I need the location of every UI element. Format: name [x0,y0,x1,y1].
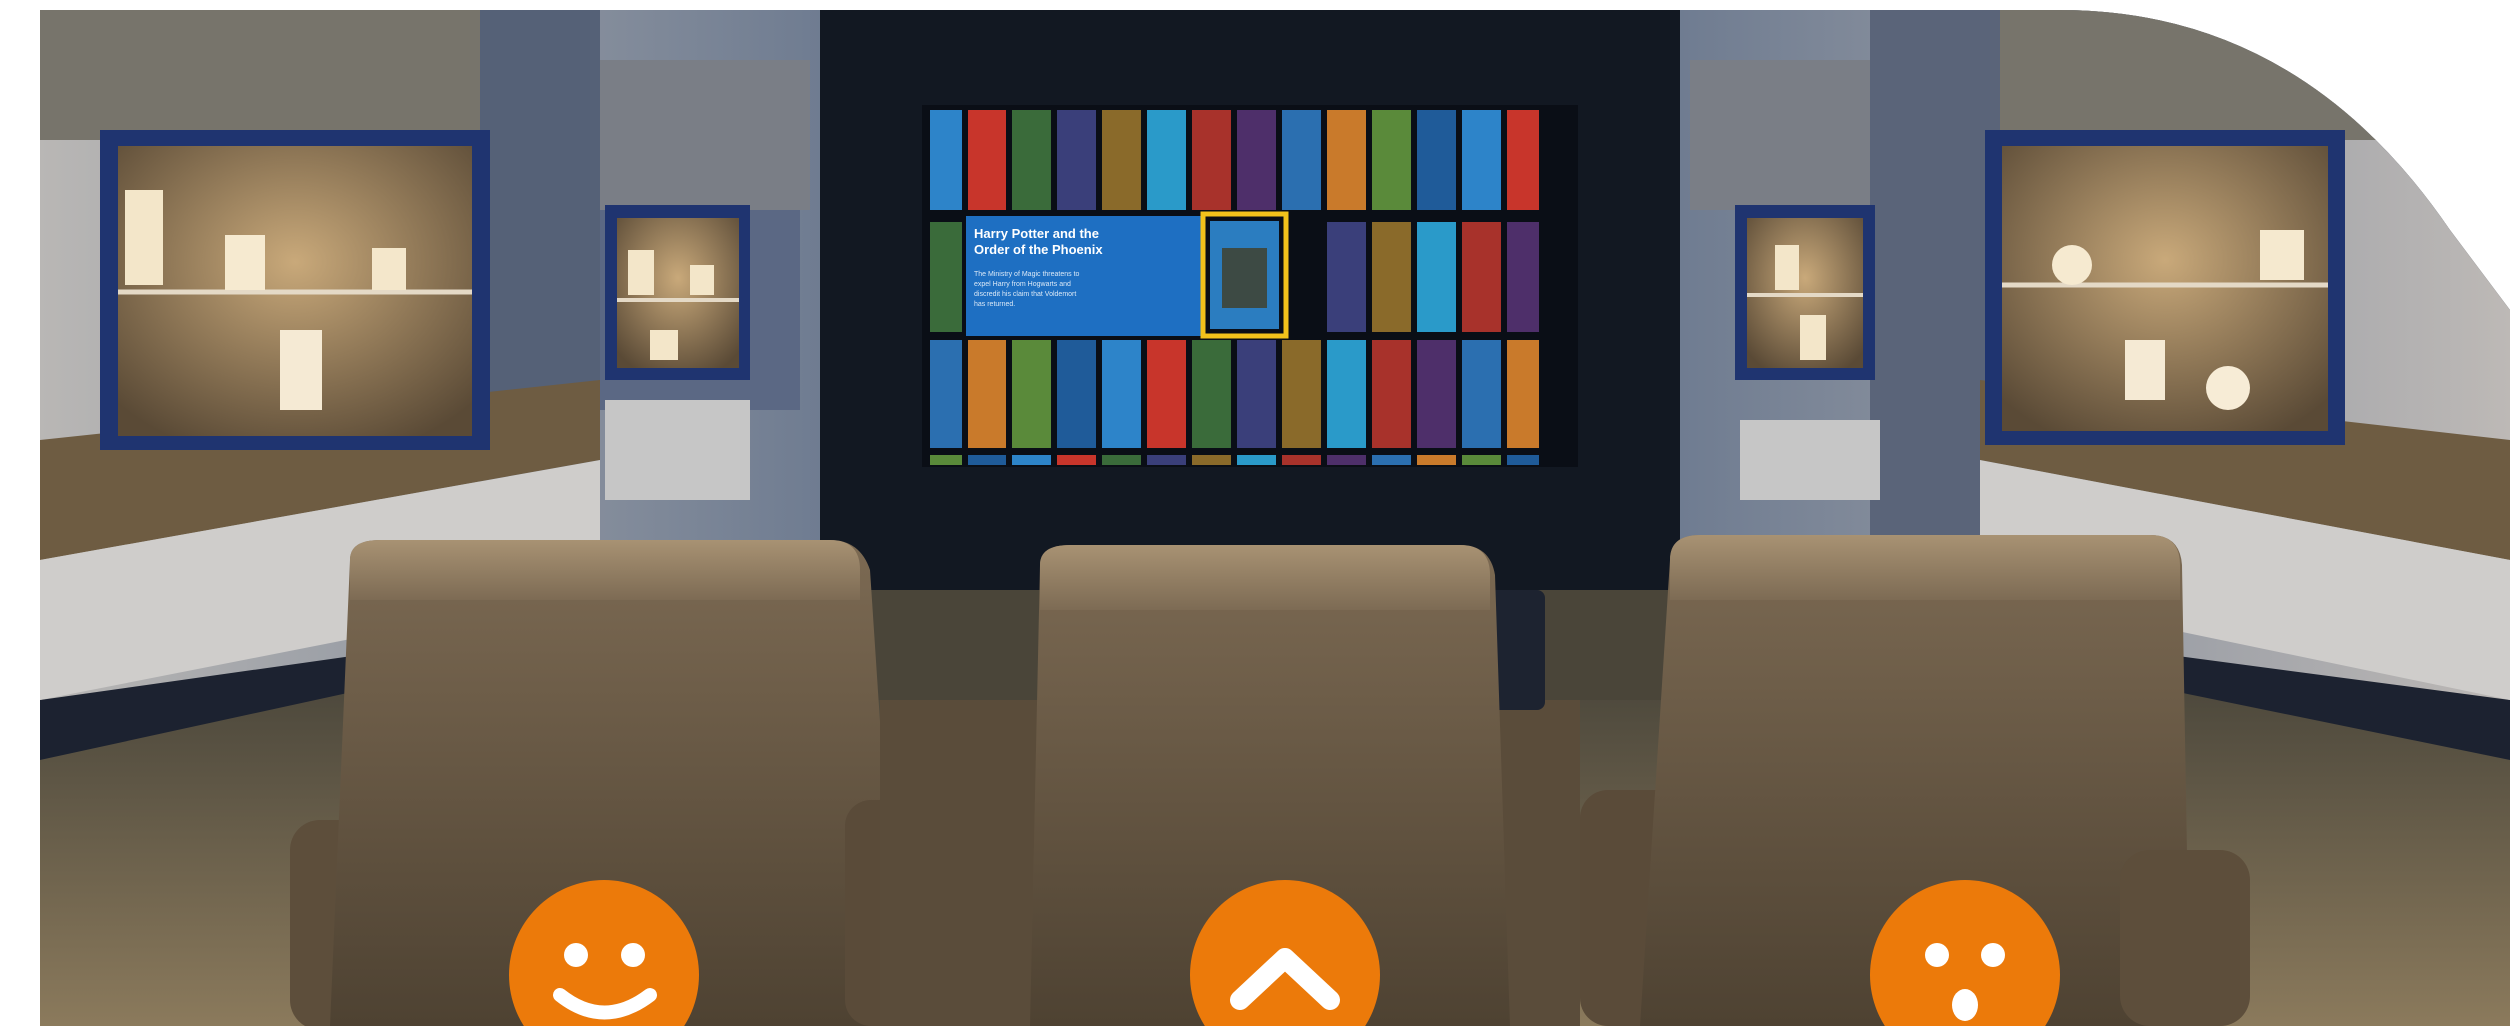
movie-poster-tile [1192,455,1231,465]
movie-poster-tile [1507,340,1539,448]
feature-title-line1: Harry Potter and the [974,226,1099,241]
movie-poster-tile [1012,110,1051,210]
movie-poster-tile [1462,455,1501,465]
movie-poster-tile [1462,340,1501,448]
movie-poster-tile [968,455,1006,465]
movie-poster-tile [1507,455,1539,465]
feature-desc-line2: expel Harry from Hogwarts and [974,281,1071,288]
movie-poster-tile [1327,222,1366,332]
movie-poster-tile [1327,455,1366,465]
movie-poster-tile [1057,455,1096,465]
movie-poster-tile [1057,340,1096,448]
feature-title-line2: Order of the Phoenix [974,242,1103,257]
movie-poster-tile [1102,455,1141,465]
movie-poster-tile [1372,340,1411,448]
movie-poster-tile [930,110,962,210]
movie-poster-tile [930,455,962,465]
movie-poster-tile [1282,110,1321,210]
movie-poster-tile [1372,455,1411,465]
movie-poster-tile [1102,340,1141,448]
movie-poster-tile [1327,340,1366,448]
movie-poster-tile [1282,340,1321,448]
movie-poster-tile [1417,455,1456,465]
feature-desc-line4: has returned. [974,301,1015,308]
home-theater-photo: Harry Potter and the Order of the Phoeni… [0,0,2510,1026]
movie-poster-tile [968,340,1006,448]
movie-poster-tile [1507,222,1539,332]
movie-poster-tile [930,222,962,332]
movie-poster-tile [1417,222,1456,332]
movie-poster-tile [1462,110,1501,210]
movie-poster-tile [1372,222,1411,332]
movie-poster-tile [1237,110,1276,210]
movie-poster-tile [1237,455,1276,465]
movie-poster-tile [1192,340,1231,448]
movie-poster-tile [1327,110,1366,210]
movie-poster-tile [968,110,1006,210]
feature-desc-line1: The Ministry of Magic threatens to [974,271,1080,278]
movie-poster-tile [930,340,962,448]
movie-poster-tile [1147,455,1186,465]
movie-poster-tile [1147,110,1186,210]
movie-poster-tile [1462,222,1501,332]
movie-poster-tile [1282,455,1321,465]
movie-poster-tile [1237,340,1276,448]
movie-poster-tile [1507,110,1539,210]
movie-poster-tile [1012,455,1051,465]
movie-poster-tile [1147,340,1186,448]
movie-poster-tile [1057,110,1096,210]
movie-poster-tile [1012,340,1051,448]
feature-desc-line3: discredit his claim that Voldemort [974,291,1076,298]
movie-poster-tile [1192,110,1231,210]
movie-poster-tile [1372,110,1411,210]
projection-screen: Harry Potter and the Order of the Phoeni… [922,105,1578,467]
movie-poster-tile [1417,340,1456,448]
movie-poster-tile [1417,110,1456,210]
movie-poster-tile [1102,110,1141,210]
